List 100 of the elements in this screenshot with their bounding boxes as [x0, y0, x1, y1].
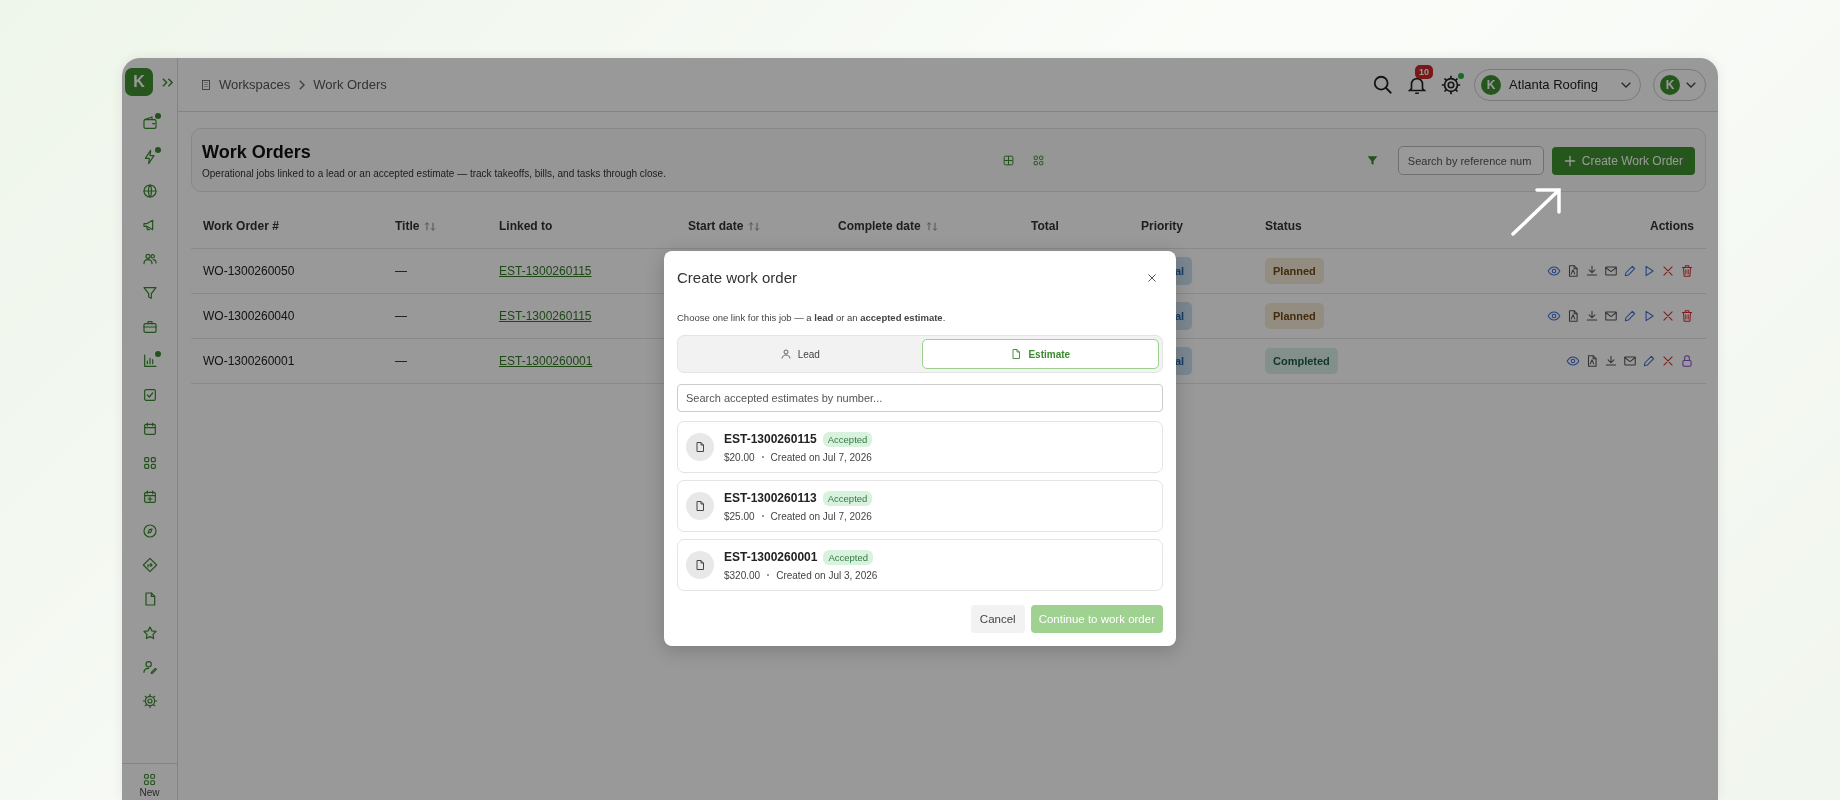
play-icon[interactable]: [1642, 309, 1656, 323]
breadcrumb-link[interactable]: Work Orders: [313, 77, 387, 92]
person-icon: [779, 348, 792, 360]
eye-icon[interactable]: [1547, 309, 1561, 323]
settings-icon[interactable]: [1440, 73, 1463, 96]
estimate-number: EST-1300260113: [724, 491, 817, 505]
grid-icon[interactable]: [141, 455, 158, 471]
estimate-search-field[interactable]: Search accepted estimates by number...: [677, 384, 1163, 412]
accepted-badge: Accepted: [822, 431, 873, 447]
table-cell: WO-1300260040: [203, 309, 295, 323]
column-header: Priority: [1141, 219, 1183, 233]
pdf-file-icon[interactable]: [1585, 354, 1599, 368]
building-icon: [200, 77, 212, 92]
link-type-tab[interactable]: Estimate: [921, 339, 1159, 369]
file-icon: [686, 551, 714, 579]
column-header: Title: [395, 219, 420, 233]
filter-icon[interactable]: [141, 285, 158, 301]
new-menu-button[interactable]: New: [122, 763, 177, 800]
grid-view-icon[interactable]: [1032, 154, 1045, 167]
grid-icon: [142, 772, 157, 787]
eye-icon[interactable]: [1547, 264, 1561, 278]
company-logo: K: [1481, 74, 1502, 95]
brand-logo[interactable]: K: [125, 68, 153, 96]
link-type-tab[interactable]: Lead: [681, 339, 919, 369]
estimate-number: EST-1300260115: [724, 432, 817, 446]
chevron-right-icon: [297, 78, 307, 91]
mail-icon[interactable]: [1604, 264, 1618, 278]
table-cell: —: [395, 309, 407, 323]
estimate-option[interactable]: EST-1300260115 Accepted $20.00 Created on Jul 7, 2026: [677, 421, 1163, 473]
play-icon[interactable]: [1642, 264, 1656, 278]
pdf-file-icon[interactable]: [1566, 309, 1580, 323]
sort-icon[interactable]: [424, 220, 437, 232]
breadcrumb-link[interactable]: Workspaces: [219, 77, 291, 92]
estimate-date: Created on Jul 7, 2026: [770, 451, 872, 463]
page-title: Work Orders: [202, 142, 312, 163]
status-badge: Planned: [1265, 303, 1324, 329]
sort-icon[interactable]: [925, 220, 938, 232]
close-icon[interactable]: [1147, 272, 1157, 283]
star-icon[interactable]: [141, 625, 158, 641]
wallet-icon[interactable]: [141, 115, 158, 131]
user-edit-icon[interactable]: [141, 659, 158, 675]
avatar: K: [1660, 74, 1680, 95]
close-icon[interactable]: [1661, 354, 1675, 368]
estimate-option[interactable]: EST-1300260001 Accepted $320.00 Created on Jul 3, 2026: [677, 539, 1163, 591]
download-icon[interactable]: [1604, 354, 1618, 368]
column-header: Start date: [688, 219, 744, 233]
estimate-link[interactable]: EST-1300260001: [499, 354, 593, 368]
accepted-badge: Accepted: [823, 549, 874, 565]
lock-icon[interactable]: [1680, 354, 1694, 368]
plus-icon: [1563, 154, 1576, 167]
column-header: Linked to: [499, 219, 553, 233]
filter-icon[interactable]: [1365, 154, 1379, 167]
download-icon[interactable]: [1585, 264, 1599, 278]
column-header: Complete date: [838, 219, 921, 233]
estimate-option[interactable]: EST-1300260113 Accepted $25.00 Created on Jul 7, 2026: [677, 480, 1163, 532]
notification-badge: 10: [1415, 64, 1434, 79]
close-icon[interactable]: [1661, 309, 1675, 323]
sort-icon[interactable]: [748, 220, 761, 232]
pencil-icon[interactable]: [1642, 354, 1656, 368]
mail-icon[interactable]: [1604, 309, 1618, 323]
dialog-title: Create work order: [677, 269, 798, 286]
calendar-plus-icon[interactable]: [141, 489, 158, 505]
globe-icon[interactable]: [141, 183, 158, 199]
table-cell: WO-1300260050: [203, 264, 295, 278]
chart-icon[interactable]: [141, 353, 158, 369]
pencil-icon[interactable]: [1623, 264, 1637, 278]
gear-icon[interactable]: [141, 693, 158, 709]
status-badge: Planned: [1265, 258, 1324, 284]
direction-sign-icon[interactable]: [141, 557, 158, 573]
close-icon[interactable]: [1661, 264, 1675, 278]
dialog-description: Choose one link for this job — a lead or an accepted estimate.: [677, 312, 947, 323]
cancel-button[interactable]: Cancel: [970, 605, 1025, 633]
file-icon: [686, 433, 714, 461]
users-icon[interactable]: [141, 251, 158, 267]
search-icon[interactable]: [1372, 73, 1395, 96]
estimate-amount: $25.00: [724, 510, 755, 522]
expand-icon[interactable]: [161, 76, 174, 88]
estimate-link[interactable]: EST-1300260115: [499, 309, 592, 323]
trash-icon[interactable]: [1680, 264, 1694, 278]
estimate-amount: $20.00: [724, 451, 755, 463]
compass-icon[interactable]: [141, 523, 158, 539]
briefcase-icon[interactable]: [141, 319, 158, 335]
estimate-link[interactable]: EST-1300260115: [499, 264, 592, 278]
pdf-file-icon[interactable]: [1566, 264, 1580, 278]
download-icon[interactable]: [1585, 309, 1599, 323]
accepted-badge: Accepted: [822, 490, 873, 506]
table-cell: —: [395, 354, 407, 368]
search-field[interactable]: Search by reference num: [1397, 146, 1544, 175]
eye-icon[interactable]: [1566, 354, 1580, 368]
checkbox-icon[interactable]: [141, 387, 158, 403]
estimate-date: Created on Jul 3, 2026: [776, 569, 878, 581]
table-cell: —: [395, 264, 407, 278]
pencil-icon[interactable]: [1623, 309, 1637, 323]
mail-icon[interactable]: [1623, 354, 1637, 368]
create-work-order-button[interactable]: Create Work Order: [1551, 146, 1695, 175]
table-view-icon[interactable]: [1002, 154, 1015, 167]
company-name: Atlanta Roofing: [1509, 77, 1598, 92]
column-header: Total: [1031, 219, 1059, 233]
calendar-icon[interactable]: [141, 421, 158, 437]
trash-icon[interactable]: [1680, 309, 1694, 323]
